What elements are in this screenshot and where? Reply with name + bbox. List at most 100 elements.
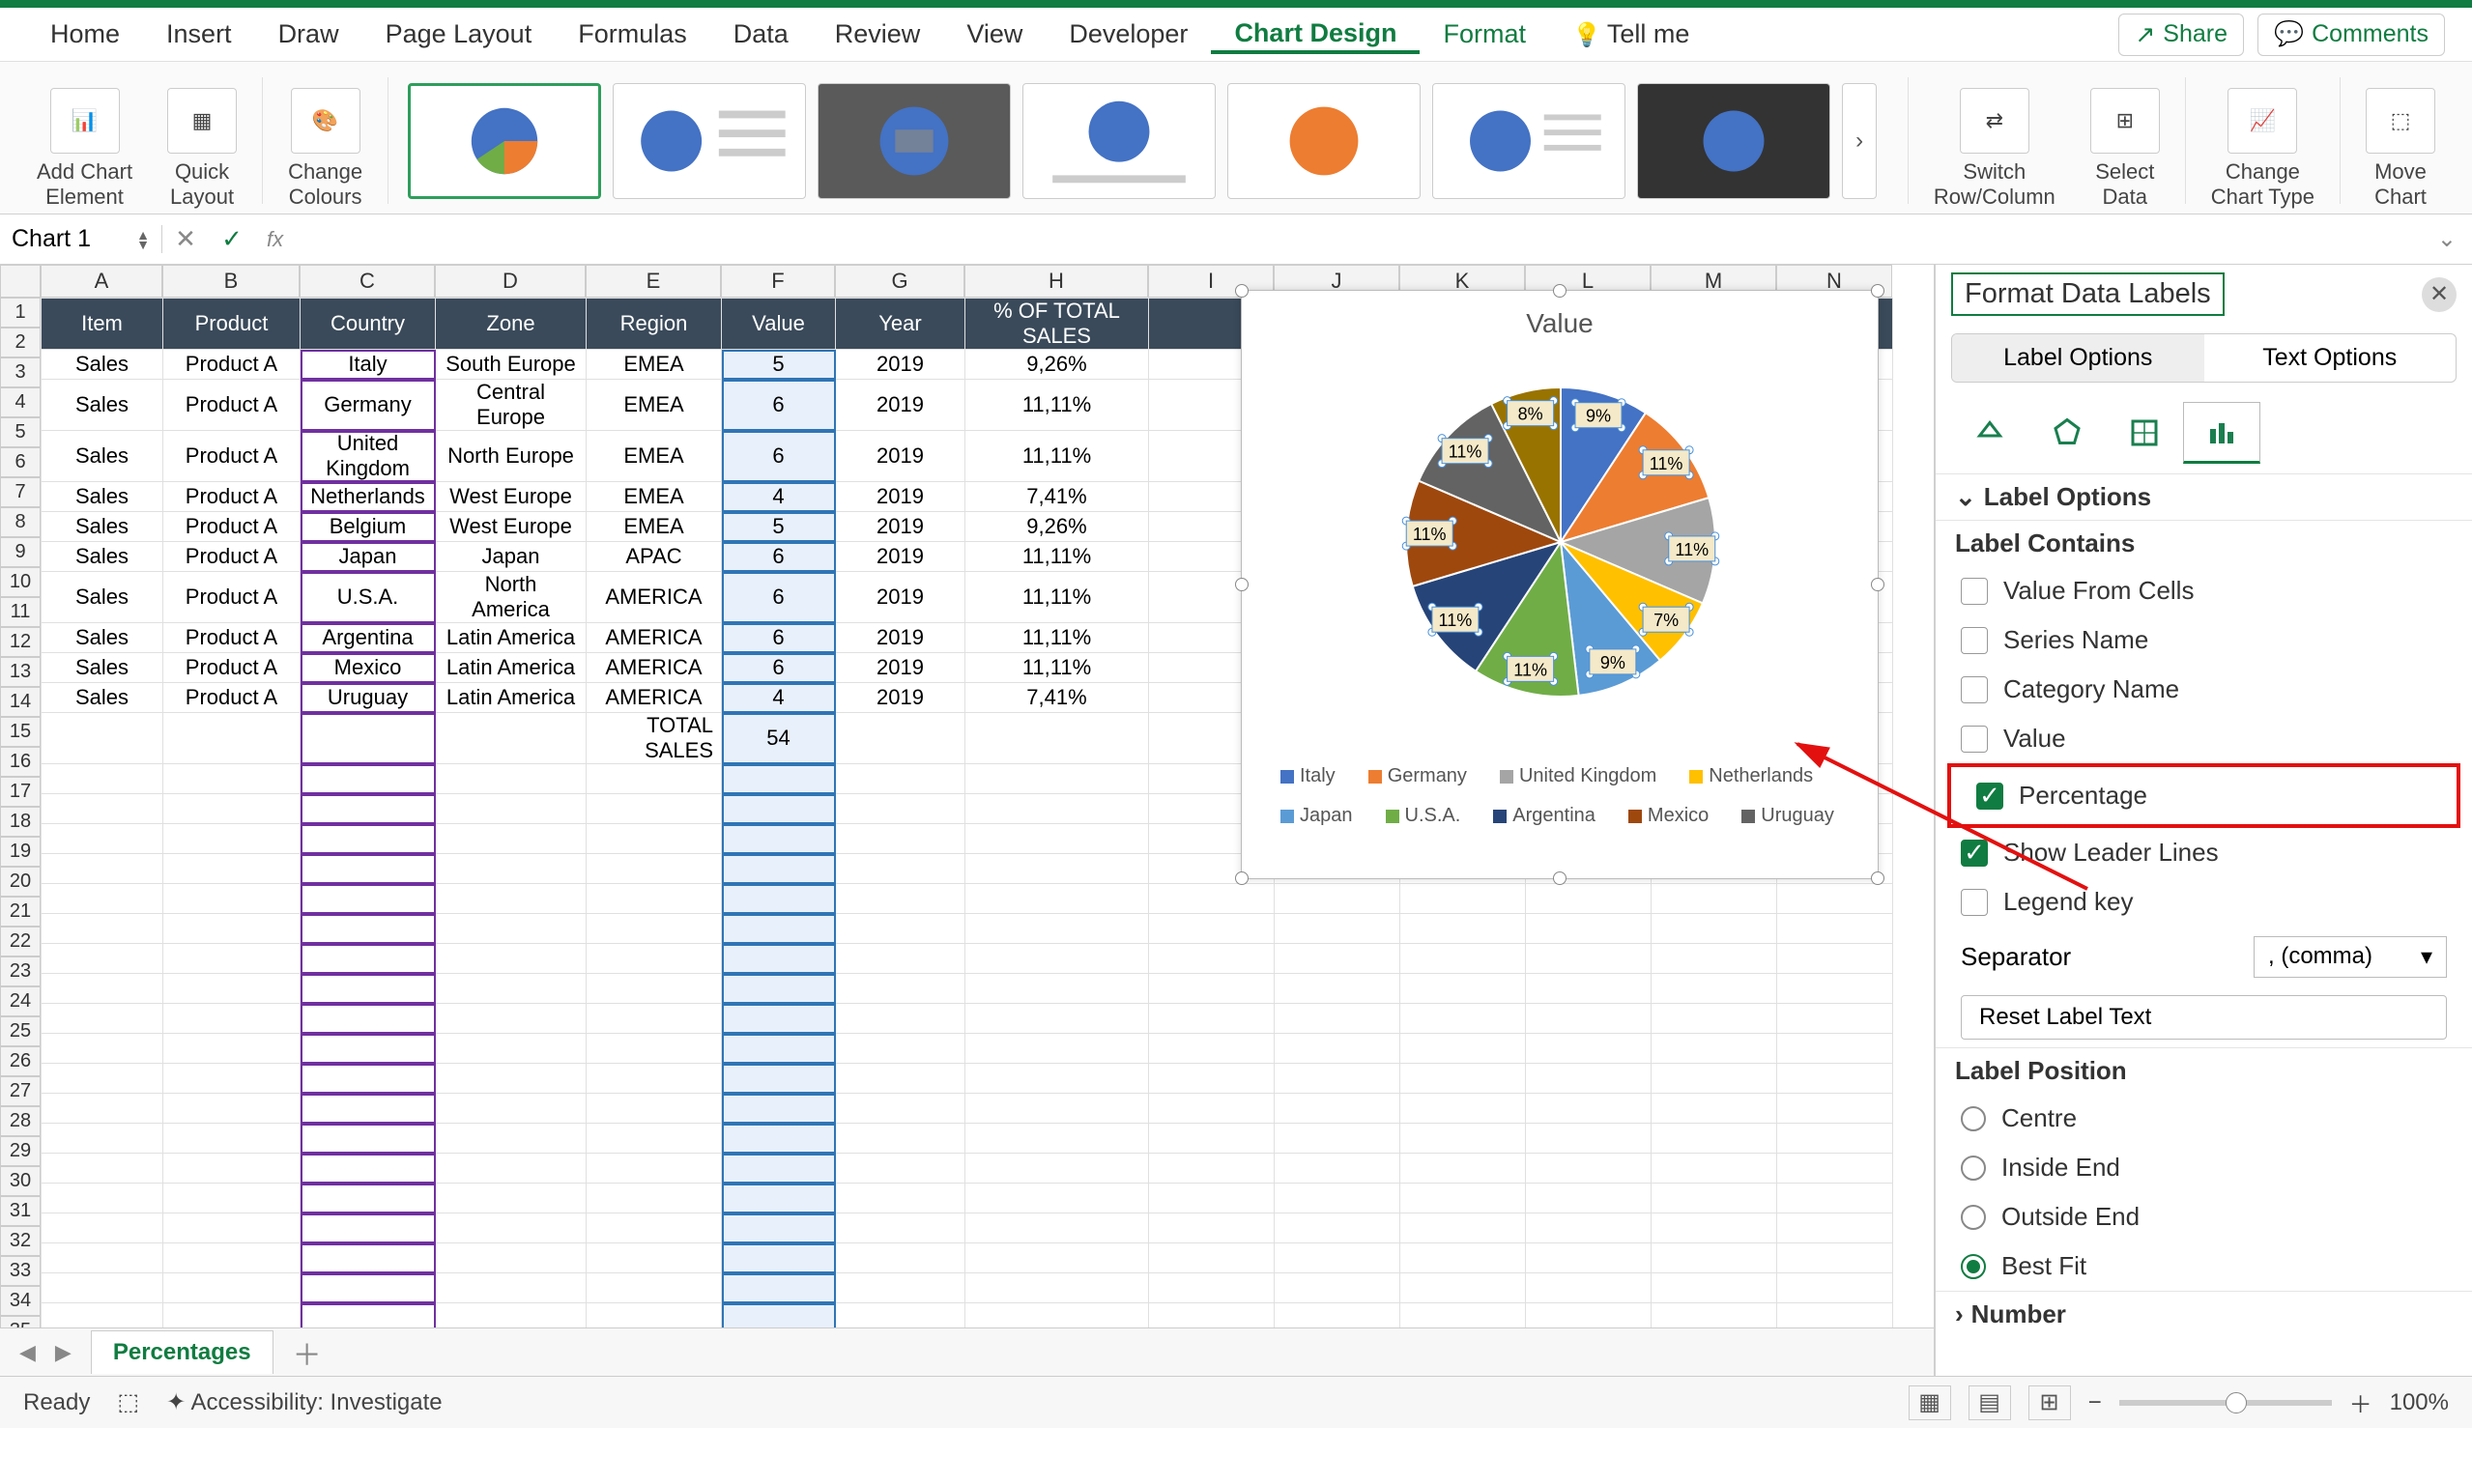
row-header-13[interactable]: 13 (0, 657, 41, 687)
row-header-8[interactable]: 8 (0, 507, 41, 537)
zoom-slider[interactable] (2119, 1400, 2332, 1406)
accessibility-status[interactable]: ✦ Accessibility: Investigate (166, 1388, 443, 1416)
pos-inside-end[interactable]: Inside End (1936, 1143, 2472, 1192)
pos-centre[interactable]: Centre (1936, 1094, 2472, 1143)
pos-outside-end[interactable]: Outside End (1936, 1192, 2472, 1241)
row-header-18[interactable]: 18 (0, 807, 41, 837)
row-header-21[interactable]: 21 (0, 897, 41, 927)
row-header-29[interactable]: 29 (0, 1136, 41, 1166)
tab-format[interactable]: Format (1420, 15, 1549, 53)
col-header-A[interactable]: A (41, 265, 162, 298)
legend-item[interactable]: Japan (1280, 805, 1353, 827)
row-header-4[interactable]: 4 (0, 387, 41, 417)
tab-home[interactable]: Home (27, 15, 143, 53)
page-layout-view-icon[interactable]: ▤ (1969, 1385, 2011, 1420)
chart-title[interactable]: Value (1242, 291, 1878, 339)
row-header-34[interactable]: 34 (0, 1286, 41, 1316)
tab-label-options[interactable]: Label Options (1952, 334, 2204, 382)
name-box-spinner[interactable]: ▲▼ (136, 230, 150, 249)
col-header-C[interactable]: C (300, 265, 435, 298)
reset-label-text-button[interactable]: Reset Label Text (1961, 995, 2447, 1040)
row-header-12[interactable]: 12 (0, 627, 41, 657)
row-header-3[interactable]: 3 (0, 357, 41, 387)
zoom-level[interactable]: 100% (2390, 1389, 2449, 1416)
chart-styles-gallery[interactable]: › (396, 71, 1900, 210)
row-header-27[interactable]: 27 (0, 1076, 41, 1106)
page-break-view-icon[interactable]: ⊞ (2028, 1385, 2071, 1420)
legend-item[interactable]: U.S.A. (1386, 805, 1461, 827)
row-header-14[interactable]: 14 (0, 687, 41, 717)
row-header-31[interactable]: 31 (0, 1196, 41, 1226)
pos-best-fit[interactable]: Best Fit (1936, 1241, 2472, 1291)
add-chart-element[interactable]: 📊 Add Chart Element (19, 71, 150, 210)
pie-chart[interactable]: 9%11%11%7%9%11%11%11%11%8% (1242, 339, 1880, 745)
row-header-32[interactable]: 32 (0, 1226, 41, 1256)
row-header-25[interactable]: 25 (0, 1016, 41, 1046)
zoom-out-icon[interactable]: − (2088, 1389, 2102, 1416)
select-all-corner[interactable] (0, 265, 41, 298)
legend-item[interactable]: Italy (1280, 765, 1336, 787)
col-header-H[interactable]: H (964, 265, 1148, 298)
tab-data[interactable]: Data (710, 15, 812, 53)
row-header-15[interactable]: 15 (0, 717, 41, 747)
opt-legend-key[interactable]: Legend key (1936, 877, 2472, 927)
chart-style-6[interactable] (1432, 83, 1625, 199)
row-header-24[interactable]: 24 (0, 986, 41, 1016)
col-header-G[interactable]: G (835, 265, 964, 298)
tab-chart-design[interactable]: Chart Design (1211, 14, 1420, 54)
add-sheet-icon[interactable]: ＋ (293, 1331, 322, 1374)
sheet-prev-icon[interactable]: ◀ (19, 1340, 36, 1365)
row-header-26[interactable]: 26 (0, 1046, 41, 1076)
opt-leader-lines[interactable]: ✓Show Leader Lines (1936, 828, 2472, 877)
styles-next[interactable]: › (1842, 83, 1877, 199)
row-header-16[interactable]: 16 (0, 747, 41, 777)
row-header-1[interactable]: 1 (0, 298, 41, 328)
legend-item[interactable]: Netherlands (1689, 765, 1813, 787)
chart-legend[interactable]: ItalyGermanyUnited KingdomNetherlandsJap… (1242, 752, 1878, 841)
tab-insert[interactable]: Insert (143, 15, 255, 53)
chart-style-5[interactable] (1227, 83, 1421, 199)
select-data[interactable]: ⊞ Select Data (2073, 71, 2177, 210)
row-header-2[interactable]: 2 (0, 328, 41, 357)
opt-series-name[interactable]: Series Name (1936, 615, 2472, 665)
fill-line-icon[interactable] (1951, 402, 2028, 464)
legend-item[interactable]: Uruguay (1741, 805, 1834, 827)
opt-value[interactable]: Value (1936, 714, 2472, 763)
row-header-5[interactable]: 5 (0, 417, 41, 447)
row-header-22[interactable]: 22 (0, 927, 41, 956)
tab-formulas[interactable]: Formulas (555, 15, 710, 53)
opt-percentage[interactable]: ✓Percentage (1951, 771, 2457, 820)
label-options-header[interactable]: ⌄Label Options (1936, 473, 2472, 520)
zoom-in-icon[interactable]: ＋ (2349, 1385, 2372, 1419)
normal-view-icon[interactable]: ▦ (1909, 1385, 1951, 1420)
formula-expand-icon[interactable]: ⌄ (2422, 225, 2472, 253)
row-header-11[interactable]: 11 (0, 597, 41, 627)
fx-icon[interactable]: fx (255, 227, 295, 252)
share-button[interactable]: ↗Share (2118, 14, 2244, 56)
chart-style-4[interactable] (1022, 83, 1216, 199)
tab-text-options[interactable]: Text Options (2204, 334, 2457, 382)
opt-value-from-cells[interactable]: Value From Cells (1936, 566, 2472, 615)
change-colours[interactable]: 🎨 Change Colours (271, 71, 380, 210)
embedded-chart[interactable]: Value 9%11%11%7%9%11%11%11%11%8% ItalyGe… (1241, 290, 1879, 879)
accept-formula-icon[interactable]: ✓ (209, 224, 255, 254)
opt-category-name[interactable]: Category Name (1936, 665, 2472, 714)
name-box[interactable]: Chart 1 ▲▼ (0, 225, 162, 253)
label-options-icon[interactable] (2183, 402, 2260, 464)
tab-review[interactable]: Review (812, 15, 944, 53)
change-chart-type[interactable]: 📈 Change Chart Type (2194, 71, 2332, 210)
tab-draw[interactable]: Draw (255, 15, 362, 53)
quick-layout[interactable]: ▦ Quick Layout (150, 71, 254, 210)
chart-style-7[interactable] (1637, 83, 1830, 199)
effects-icon[interactable] (2028, 402, 2106, 464)
size-icon[interactable] (2106, 402, 2183, 464)
row-header-6[interactable]: 6 (0, 447, 41, 477)
number-section[interactable]: ›Number (1936, 1291, 2472, 1337)
sheet-tab-percentages[interactable]: Percentages (91, 1330, 273, 1374)
tab-developer[interactable]: Developer (1046, 15, 1211, 53)
chart-style-1[interactable] (408, 83, 601, 199)
col-header-F[interactable]: F (721, 265, 835, 298)
row-header-17[interactable]: 17 (0, 777, 41, 807)
row-header-10[interactable]: 10 (0, 567, 41, 597)
col-header-D[interactable]: D (435, 265, 586, 298)
